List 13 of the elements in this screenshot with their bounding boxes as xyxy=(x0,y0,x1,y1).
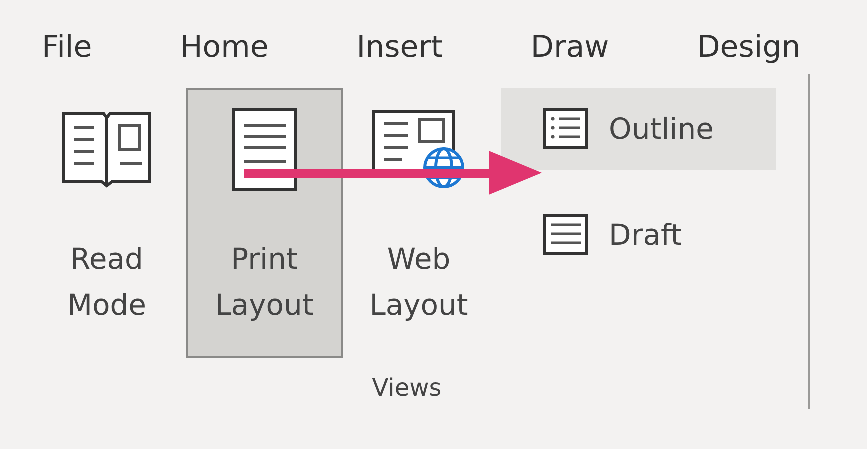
view-button[interactable]: Print Layout xyxy=(186,88,343,358)
list-icon xyxy=(543,108,589,150)
view-button[interactable]: Read Mode xyxy=(42,88,172,358)
group-label: Views xyxy=(372,374,442,402)
menu-tab[interactable]: File xyxy=(42,26,92,74)
menu-tab[interactable]: Insert xyxy=(356,26,443,74)
menu-tab[interactable]: Design xyxy=(697,26,801,74)
menu-tab[interactable]: Home xyxy=(180,26,269,74)
page-icon xyxy=(232,108,298,192)
menu-tab[interactable]: Draw xyxy=(530,26,610,74)
view-option[interactable]: Draft xyxy=(501,194,776,276)
lines-icon xyxy=(543,214,589,256)
view-option[interactable]: Outline xyxy=(501,88,776,170)
